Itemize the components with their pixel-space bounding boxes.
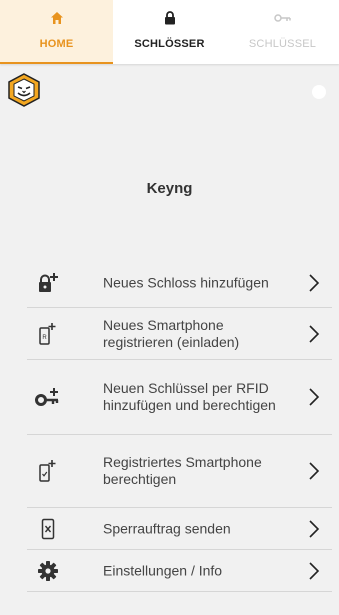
chevron-right-icon: [308, 462, 320, 480]
svg-text:R: R: [42, 335, 47, 341]
menu-item-add-smartphone[interactable]: R Neues Smartphone registrieren (einlade…: [27, 308, 332, 360]
top-tab-bar: HOME SCHLÖSSER SCHLÜSSEL: [0, 0, 339, 64]
tab-keys-label: SCHLÜSSEL: [248, 38, 317, 50]
chevron-right-icon: [308, 561, 320, 580]
menu-item-authorize-smartphone[interactable]: Registriertes Smartphone berechtigen: [27, 435, 332, 508]
menu-item-add-rfid-key[interactable]: Neuen Schlüssel per RFID hinzufügen und …: [27, 360, 332, 435]
page-title: Keyng: [146, 180, 193, 197]
action-menu: Neues Schloss hinzufügen R Neues Smartph…: [27, 258, 332, 592]
key-icon: [226, 10, 339, 26]
chevron-right-icon: [308, 519, 320, 538]
menu-item-add-lock[interactable]: Neues Schloss hinzufügen: [27, 258, 332, 308]
authorize-smartphone-icon: [27, 459, 69, 483]
gear-icon: [27, 560, 69, 582]
menu-item-label: Einstellungen / Info: [103, 562, 223, 578]
block-smartphone-icon: [27, 518, 69, 540]
menu-item-label: Neues Smartphone registrieren (einladen): [103, 316, 240, 350]
chevron-right-icon: [308, 388, 320, 406]
tab-home[interactable]: HOME: [0, 0, 113, 64]
chevron-right-icon: [308, 273, 320, 292]
menu-item-settings-info[interactable]: Einstellungen / Info: [27, 550, 332, 592]
add-key-icon: [27, 386, 69, 408]
menu-item-label: Neuen Schlüssel per RFID hinzufügen und …: [103, 380, 276, 413]
tab-keys[interactable]: SCHLÜSSEL: [226, 0, 339, 64]
chevron-right-icon: [308, 324, 320, 343]
tab-locks[interactable]: SCHLÖSSER: [113, 0, 226, 64]
lion-logo-icon: [7, 73, 41, 107]
status-indicator: [312, 85, 326, 99]
menu-item-label: Neues Schloss hinzufügen: [103, 274, 269, 290]
menu-item-label: Sperrauftrag senden: [103, 520, 231, 536]
add-smartphone-icon: R: [27, 322, 69, 346]
tab-locks-label: SCHLÖSSER: [134, 38, 205, 50]
active-tab-indicator: [0, 62, 113, 64]
add-lock-icon: [27, 272, 69, 294]
menu-item-label: Registriertes Smartphone berechtigen: [103, 454, 262, 487]
tab-home-label: HOME: [39, 38, 74, 50]
menu-item-send-block-order[interactable]: Sperrauftrag senden: [27, 508, 332, 550]
lock-icon: [113, 10, 226, 26]
home-icon: [0, 10, 113, 26]
